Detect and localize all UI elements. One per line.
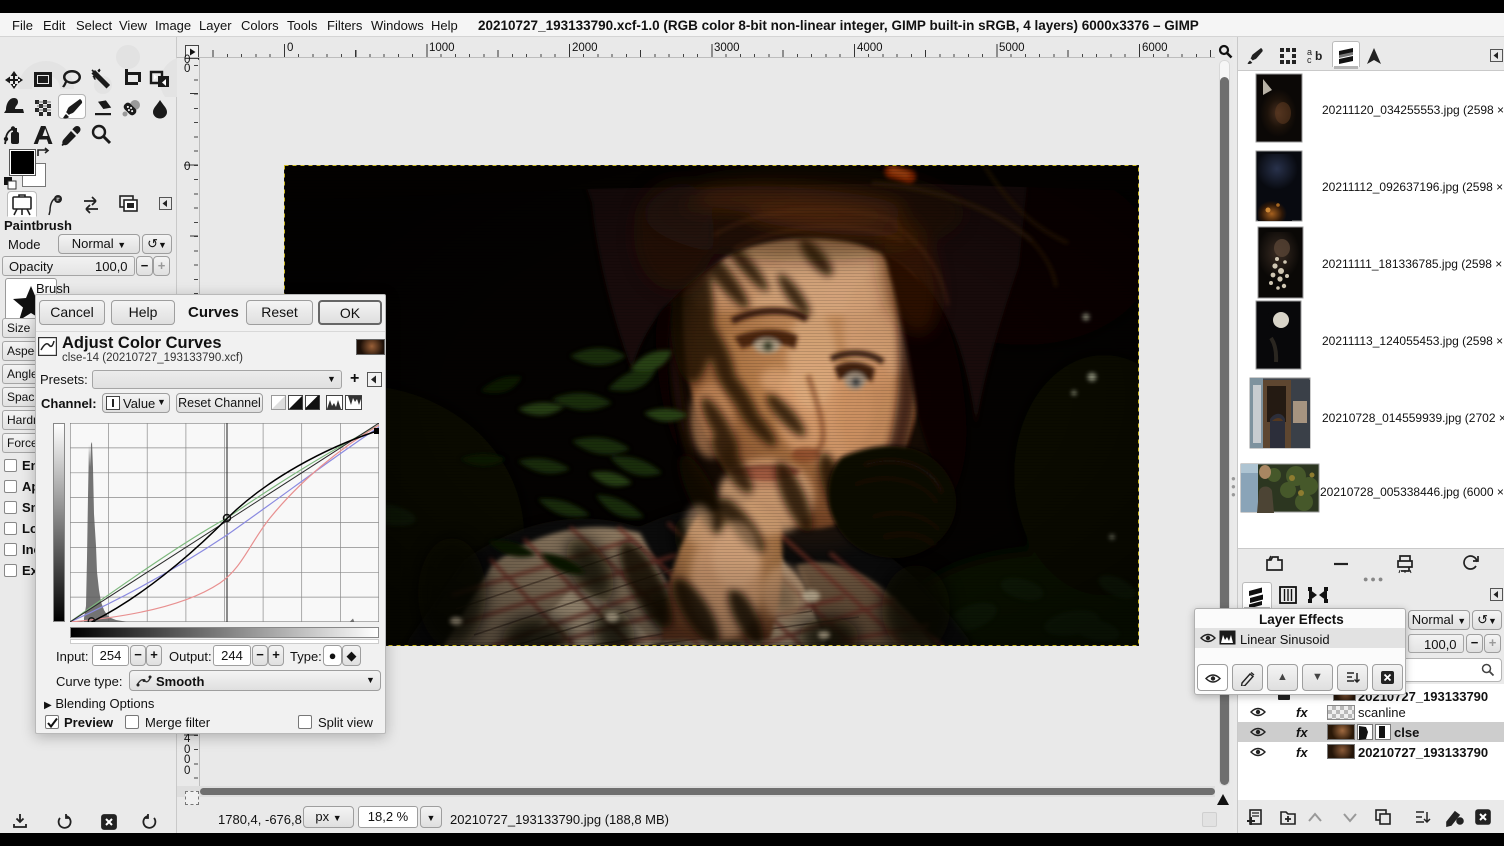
svg-text:b: b: [1315, 49, 1322, 63]
svg-text:c: c: [1307, 55, 1312, 65]
